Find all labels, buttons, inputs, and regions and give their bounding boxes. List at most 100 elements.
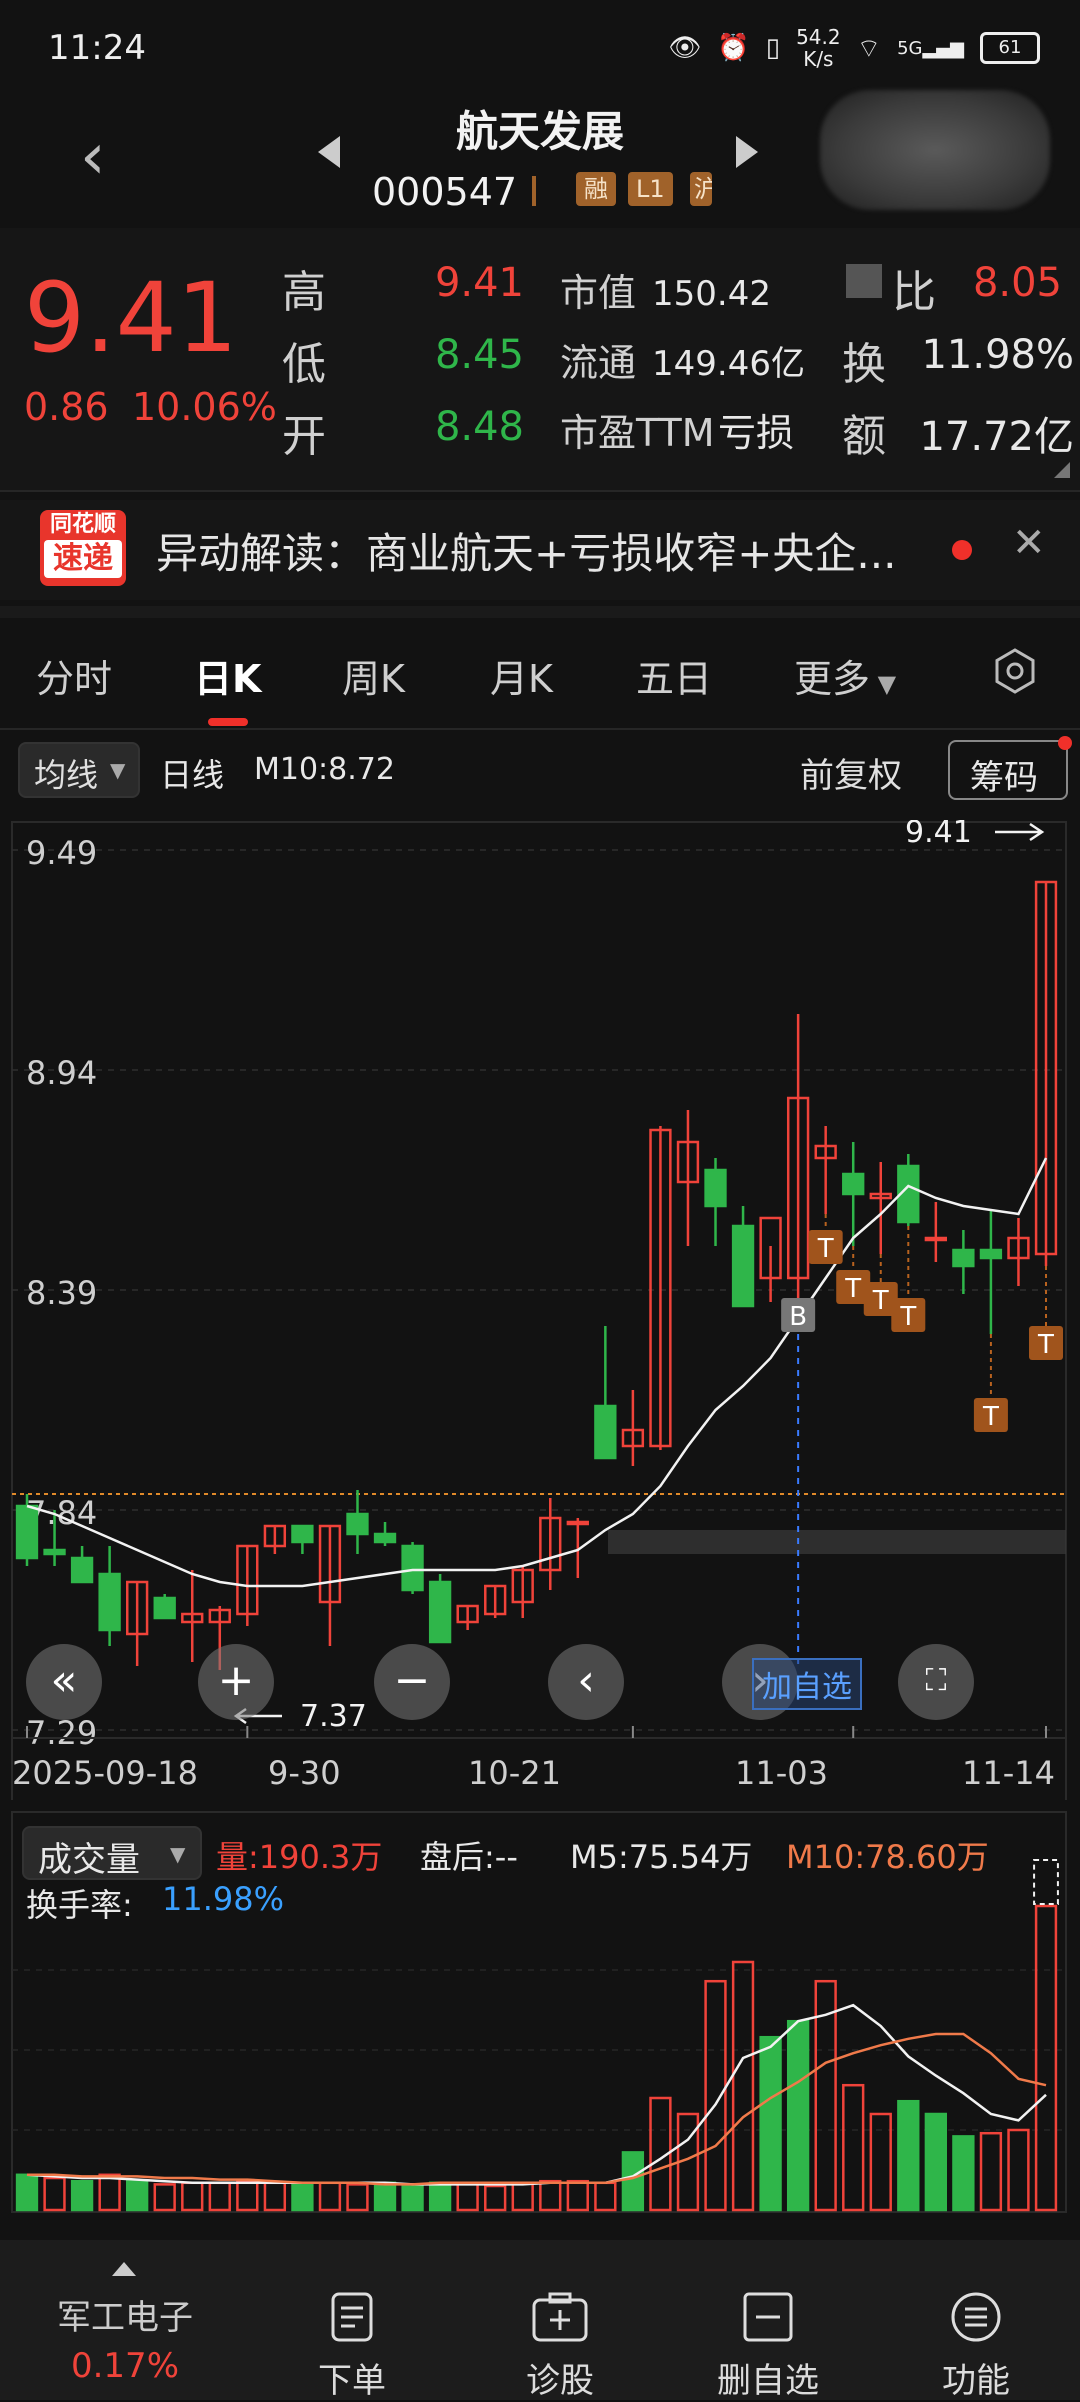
low-price-label: 7.37 [300, 1699, 367, 1734]
add-watchlist-button[interactable]: 加自选 [752, 1658, 862, 1710]
notification-dot [1058, 736, 1072, 750]
volume-bar [952, 2135, 975, 2212]
amount-value: 17.72亿 [919, 414, 1074, 460]
candle-body [401, 1544, 424, 1592]
period-label: 日线 [160, 756, 225, 794]
volume-bar [759, 2035, 782, 2212]
nav-remove-watchlist[interactable]: 删自选 [678, 2290, 858, 2402]
volume-bar [456, 2181, 479, 2212]
tab-five-day[interactable]: 五日 [636, 648, 712, 703]
turnover-label: 换 [842, 339, 886, 390]
signal-icon: 5G▂▄▆ [897, 37, 964, 59]
ratio-value: 8.05 [972, 260, 1062, 306]
x-tick-label: 10-21 [468, 1754, 561, 1792]
volume-bar [731, 1960, 755, 2212]
tag-level1: L1 [628, 172, 673, 206]
fullscreen-icon[interactable]: ⛶ [898, 1644, 974, 1720]
ma-select[interactable]: 均线 ▼ [18, 742, 140, 798]
ratio-label-blur [846, 264, 882, 298]
volume-bar [373, 2181, 397, 2212]
nav-order[interactable]: 下单 [262, 2290, 442, 2402]
avatar[interactable] [820, 90, 1050, 210]
float-value: 149.46亿 [652, 344, 805, 384]
scroll-left-button[interactable]: ‹ [548, 1644, 624, 1720]
candle-body [594, 1404, 617, 1460]
expand-corner-icon[interactable] [1054, 462, 1070, 478]
volume-bar [979, 2131, 1003, 2212]
candle-body [566, 1520, 589, 1526]
volume-bar [897, 2099, 920, 2212]
open-value: 8.48 [434, 404, 524, 450]
volume-chart[interactable] [0, 1810, 1080, 2230]
volume-bar [43, 2176, 66, 2212]
volume-bar [98, 2173, 121, 2212]
candle-body [842, 1172, 865, 1196]
candle-body [731, 1224, 755, 1308]
tab-intraday[interactable]: 分时 [36, 648, 112, 703]
close-icon[interactable]: ✕ [1012, 520, 1046, 566]
status-icons: 👁 ⏰ ▯ 54.2 K/s ⌔ 5G▂▄▆ 61 [668, 26, 1040, 70]
volume-bar [786, 2019, 810, 2212]
unread-dot [952, 540, 972, 560]
tab-daily[interactable]: 日K [194, 648, 261, 703]
volume-bar [1007, 2128, 1030, 2212]
candle-body [153, 1596, 176, 1620]
candle-body [373, 1532, 397, 1544]
prev-stock-button[interactable] [318, 136, 340, 168]
pe-value: 亏损 [718, 411, 795, 455]
volume-bar [125, 2179, 149, 2212]
settings-icon[interactable] [992, 648, 1038, 694]
eye-icon: 👁 [668, 33, 702, 63]
volume-bar [1034, 1904, 1058, 2212]
candle-body [15, 1504, 39, 1560]
volume-bar [621, 2151, 645, 2212]
zoom-in-button[interactable]: + [198, 1644, 274, 1720]
tab-monthly[interactable]: 月K [490, 648, 553, 703]
high-label: 高 [282, 267, 326, 318]
low-value: 8.45 [434, 332, 524, 378]
network-speed: 54.2 K/s [796, 25, 841, 71]
wifi-icon: ⌔ [856, 33, 882, 64]
divider [0, 490, 1080, 492]
volume-bar [484, 2184, 507, 2212]
code-separator [532, 176, 536, 206]
marker-label: T [817, 1234, 834, 1264]
y-tick-label: 9.49 [26, 834, 97, 872]
active-tab-indicator [208, 718, 248, 726]
candle-body [924, 1236, 948, 1242]
rewind-button[interactable]: « [26, 1644, 102, 1720]
low-label: 低 [282, 339, 326, 390]
pe-label: 市盈TTM [560, 411, 715, 455]
candle-body [428, 1580, 452, 1644]
diagnose-icon [532, 2292, 588, 2342]
volume-bar [15, 2173, 39, 2212]
marker-label: T [872, 1286, 889, 1316]
candle-body [43, 1548, 66, 1556]
chevron-up-icon[interactable] [112, 2262, 136, 2276]
tab-weekly[interactable]: 周K [342, 648, 405, 703]
zoom-out-button[interactable]: − [374, 1644, 450, 1720]
next-stock-button[interactable] [736, 136, 758, 168]
nav-diagnose[interactable]: 诊股 [470, 2290, 650, 2402]
volume-bar [869, 2112, 892, 2212]
volume-bar [181, 2181, 204, 2212]
amount-label: 额 [842, 411, 886, 462]
nav-functions[interactable]: 功能 [886, 2290, 1066, 2402]
volume-bar [208, 2181, 231, 2212]
tag-margin: 融 [576, 172, 616, 206]
adjust-button[interactable]: 前复权 [800, 748, 902, 797]
volume-bar [924, 2112, 948, 2212]
tab-more[interactable]: 更多 ▼ [794, 648, 896, 703]
last-price-label: 9.41 [905, 820, 972, 850]
volume-bar [704, 1979, 727, 2212]
chips-button[interactable]: 筹码 [948, 740, 1068, 800]
news-text[interactable]: 异动解读：商业航天+亏损收窄+央企... [156, 520, 896, 581]
stock-code: 000547 [372, 170, 518, 214]
chevron-down-icon: ▼ [110, 758, 126, 782]
candle-body [704, 1168, 727, 1208]
y-tick-label: 8.39 [26, 1274, 97, 1312]
section-gap [0, 606, 1080, 618]
news-logo: 同花顺 速递 [40, 510, 126, 586]
sector-name[interactable]: 军工电子 [30, 2290, 220, 2339]
menu-icon [951, 2292, 1001, 2342]
